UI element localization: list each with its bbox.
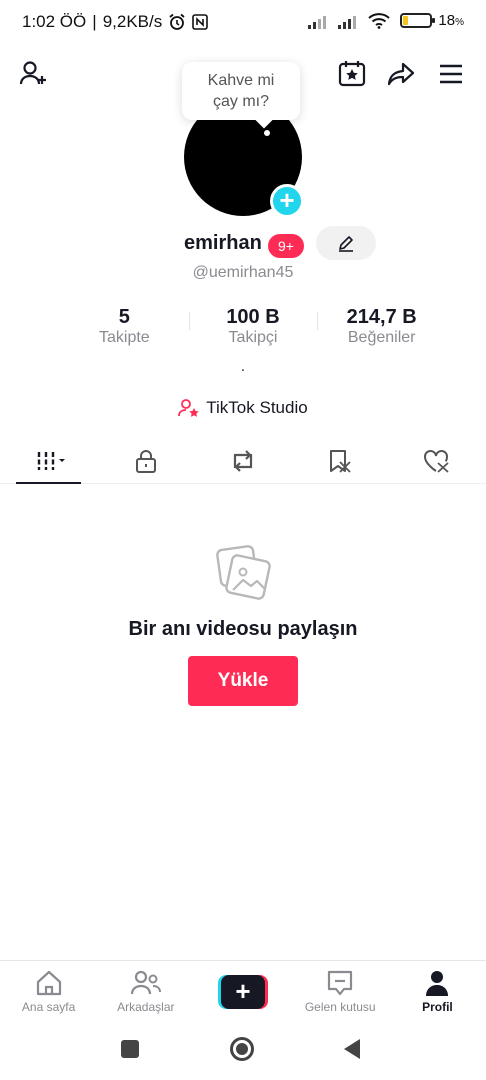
system-nav [0,1024,486,1080]
nav-label: Profil [422,1000,453,1014]
name-row: emirhan 9+ [0,226,486,262]
inbox-icon [328,970,353,996]
note-bubble[interactable]: Kahve mi çay mı? [182,62,300,120]
nav-label: Ana sayfa [21,1000,76,1014]
nav-home[interactable]: Ana sayfa [0,961,97,1022]
note-line-2: çay mı? [212,93,269,110]
liked-icon [424,449,450,473]
note-line-1: Kahve mi [207,72,275,89]
signal-icon [308,13,332,29]
back-button[interactable] [342,1038,362,1060]
empty-state-title: Bir anı videosu paylaşın [128,618,358,640]
tab-private[interactable] [97,438,194,483]
edit-profile-button[interactable] [316,226,376,260]
tab-favorites[interactable] [292,438,389,483]
add-avatar-button[interactable]: + [270,184,304,218]
stat-label: Beğeniler [347,329,416,346]
repost-icon [233,449,253,472]
friends-icon [130,970,161,995]
upload-button[interactable]: Yükle [188,656,298,706]
menu-button[interactable] [433,56,469,92]
status-net-speed: 9,2KB/s [102,12,163,31]
alarm-icon [169,13,185,30]
share-button[interactable] [383,56,419,92]
create-icon: + [218,975,268,1009]
stat-following[interactable]: 5 Takipte [60,306,189,350]
nav-label: Gelen kutusu [304,1000,376,1014]
tab-liked[interactable] [389,438,486,483]
home-icon [36,970,61,996]
nfc-icon [192,14,209,30]
tiktok-studio-link[interactable]: TikTok Studio [0,398,486,418]
stat-followers[interactable]: 100 B Takipçi [188,306,318,350]
stat-label: Takipte [98,329,150,346]
stats-row: 5 Takipte 100 B Takipçi 214,7 B Beğenile… [60,306,446,350]
bottom-nav: Ana sayfa Arkadaşlar + Gelen kutusu Prof… [0,960,486,1022]
studio-user-star-icon [178,399,200,417]
recent-apps-button[interactable] [121,1040,139,1058]
share-icon [387,62,415,86]
battery-percent-suffix: % [455,17,464,28]
profile-tabs [0,438,486,484]
calendar-star-icon [338,61,366,87]
stat-likes[interactable]: 214,7 B Beğeniler [317,306,446,350]
notification-badge[interactable]: 9+ [268,234,304,258]
home-system-button[interactable] [230,1037,254,1061]
stat-value: 100 B [226,306,280,328]
stat-label: Takipçi [228,329,278,346]
videos-grid-icon [37,451,65,470]
tab-videos[interactable] [0,438,97,484]
stat-value: 5 [118,306,130,328]
signal-icon [338,13,362,29]
nav-inbox[interactable]: Gelen kutusu [292,961,389,1022]
user-handle: @uemirhan45 [192,264,294,281]
username: emirhan [184,232,262,254]
wifi-icon [368,12,391,29]
stat-value: 214,7 B [346,306,417,328]
add-friend-button[interactable] [16,56,52,92]
battery-fill [403,16,409,25]
add-friend-icon [19,61,46,85]
status-right: 18% [308,12,464,29]
status-left: 1:02 ÖÖ | 9,2KB/s [22,12,209,32]
nav-profile[interactable]: Profil [389,961,486,1022]
menu-icon [440,64,462,84]
nav-label: Arkadaşlar [117,1000,175,1014]
battery-percent: 18 [438,12,456,29]
battery-icon [400,13,436,28]
note-dot [264,130,270,136]
lock-icon [135,449,156,473]
photo-stack-icon [216,545,271,600]
status-bar: 1:02 ÖÖ | 9,2KB/s 18% [0,0,486,44]
nav-friends[interactable]: Arkadaşlar [97,961,194,1022]
studio-label: TikTok Studio [206,398,308,417]
pencil-icon [339,236,353,252]
bio: . [240,358,246,375]
calendar-button[interactable] [334,56,370,92]
profile-icon [426,971,449,996]
tab-reposts[interactable] [194,438,291,483]
status-time: 1:02 ÖÖ [22,12,87,31]
favorites-icon [330,449,351,473]
nav-create[interactable]: + [194,961,291,1022]
